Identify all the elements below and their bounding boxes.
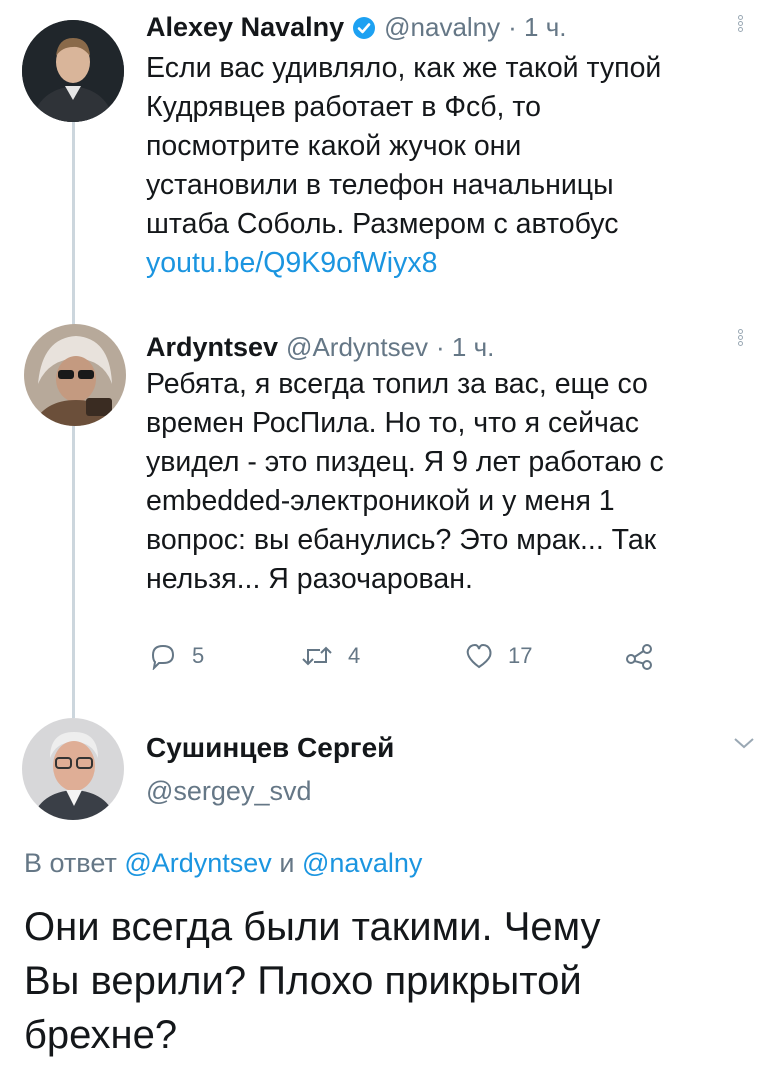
verified-badge-icon (352, 16, 376, 40)
text-line: штаба Соболь. Размером с автобус (146, 208, 619, 240)
text-line: нельзя... Я разочарован. (146, 563, 473, 595)
text-line: Они всегда были такими. Чему (24, 905, 601, 949)
retweet-button[interactable]: 4 (300, 642, 360, 670)
heart-icon (466, 643, 492, 669)
retweet-count: 4 (348, 643, 361, 668)
text-line: брехне? (24, 1013, 178, 1057)
share-icon (626, 644, 652, 670)
like-count: 17 (508, 643, 533, 668)
author-handle[interactable]: @sergey_svd (146, 776, 311, 807)
author-name[interactable]: Alexey Navalny (146, 12, 344, 43)
reply-context: В ответ @Ardyntsev и @navalny (24, 848, 422, 879)
tweet-text: Если вас удивляло, как же такой тупой Ку… (146, 49, 776, 283)
author-handle[interactable]: @Ardyntsev (286, 332, 428, 363)
more-options-icon[interactable] (733, 14, 747, 33)
text-line: Кудрявцев работает в Фсб, то (146, 91, 541, 123)
avatar[interactable] (22, 20, 124, 122)
text-line: времен РосПила. Но то, что я сейчас (146, 407, 639, 439)
mention-ardyntsev[interactable]: @Ardyntsev (124, 848, 271, 878)
tweet-navalny[interactable]: Alexey Navalny @navalny · 1 ч. Если вас … (0, 0, 780, 300)
retweet-icon (302, 646, 332, 666)
text-line: вопрос: вы ебанулись? Это мрак... Так (146, 524, 657, 556)
text-line: Вы верили? Плохо прикрытой (24, 959, 582, 1003)
text-line: установили в телефон начальницы (146, 169, 614, 201)
reply-prefix: В ответ (24, 848, 117, 878)
text-line: Если вас удивляло, как же такой тупой (146, 52, 662, 84)
share-button[interactable] (624, 642, 654, 670)
text-line: увидел - это пиздец. Я 9 лет работаю с (146, 446, 664, 478)
author-handle[interactable]: @navalny (384, 12, 500, 43)
tweet-link[interactable]: youtu.be/Q9K9ofWiyx8 (146, 244, 776, 283)
mention-navalny[interactable]: @navalny (302, 848, 422, 878)
tweet-sushintsev[interactable]: Сушинцев Сергей @sergey_svd В ответ @Ard… (0, 710, 780, 1080)
author-name[interactable]: Сушинцев Сергей (146, 732, 394, 764)
tweet-text: Они всегда были такими. Чему Вы верили? … (24, 900, 764, 1062)
tweet-text: Ребята, я всегда топил за вас, еще со вр… (146, 365, 776, 599)
timestamp[interactable]: · 1 ч. (508, 12, 566, 43)
text-line: Ребята, я всегда топил за вас, еще со (146, 368, 648, 400)
chevron-down-icon[interactable] (733, 736, 755, 750)
avatar[interactable] (22, 718, 124, 820)
reply-and: и (279, 848, 295, 878)
tweet-ardyntsev[interactable]: Ardyntsev @Ardyntsev · 1 ч. Ребята, я вс… (0, 316, 780, 696)
text-line: посмотрите какой жучок они (146, 130, 522, 162)
reply-icon (151, 644, 175, 670)
avatar[interactable] (24, 324, 126, 426)
reply-count: 5 (192, 643, 205, 668)
author-name[interactable]: Ardyntsev (146, 332, 278, 363)
more-options-icon[interactable] (733, 328, 747, 347)
like-button[interactable]: 17 (464, 642, 532, 670)
timestamp[interactable]: · 1 ч. (436, 332, 494, 363)
reply-button[interactable]: 5 (148, 642, 204, 670)
text-line: embedded-электроникой и у меня 1 (146, 485, 615, 517)
